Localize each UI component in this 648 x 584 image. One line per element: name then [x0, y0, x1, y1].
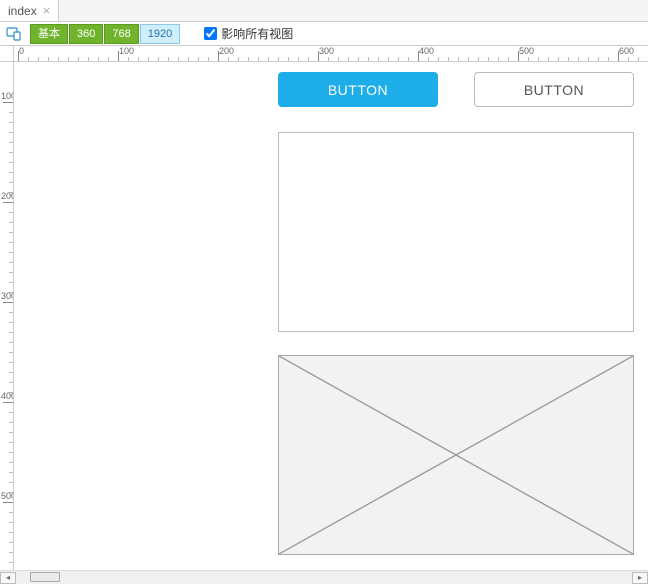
tab-label: index: [8, 4, 37, 18]
toolbar: 基本3607681920 影响所有视图: [0, 22, 648, 46]
ruler-horizontal[interactable]: 0100200300400500600: [14, 46, 648, 62]
affect-all-views-checkbox[interactable]: 影响所有视图: [204, 25, 293, 42]
panel-placeholder[interactable]: [278, 132, 634, 332]
tab-index[interactable]: index ×: [0, 0, 59, 21]
scroll-left-button[interactable]: ◂: [0, 572, 16, 584]
device-icon[interactable]: [6, 27, 22, 41]
breakpoint-768[interactable]: 768: [104, 24, 138, 44]
image-placeholder[interactable]: [278, 355, 634, 555]
button-label: BUTTON: [328, 82, 388, 98]
breakpoint-基本[interactable]: 基本: [30, 24, 68, 44]
ruler-vertical[interactable]: 100200300400500: [0, 62, 14, 570]
breakpoint-360[interactable]: 360: [69, 24, 103, 44]
design-canvas[interactable]: BUTTON BUTTON: [14, 62, 648, 570]
ruler-corner: [0, 46, 14, 62]
button-label: BUTTON: [524, 82, 584, 98]
workspace: 0100200300400500600 100200300400500 BUTT…: [0, 46, 648, 570]
tab-bar: index ×: [0, 0, 648, 22]
close-icon[interactable]: ×: [43, 4, 51, 17]
affect-all-views-input[interactable]: [204, 27, 217, 40]
horizontal-scrollbar[interactable]: ◂ ▸: [0, 570, 648, 584]
scroll-right-button[interactable]: ▸: [632, 572, 648, 584]
breakpoint-1920[interactable]: 1920: [140, 24, 180, 44]
primary-button[interactable]: BUTTON: [278, 72, 438, 107]
outline-button[interactable]: BUTTON: [474, 72, 634, 107]
scroll-thumb[interactable]: [30, 572, 60, 582]
breakpoint-group: 基本3607681920: [30, 24, 180, 44]
scroll-track[interactable]: [16, 572, 632, 584]
affect-all-views-label: 影响所有视图: [221, 25, 293, 42]
